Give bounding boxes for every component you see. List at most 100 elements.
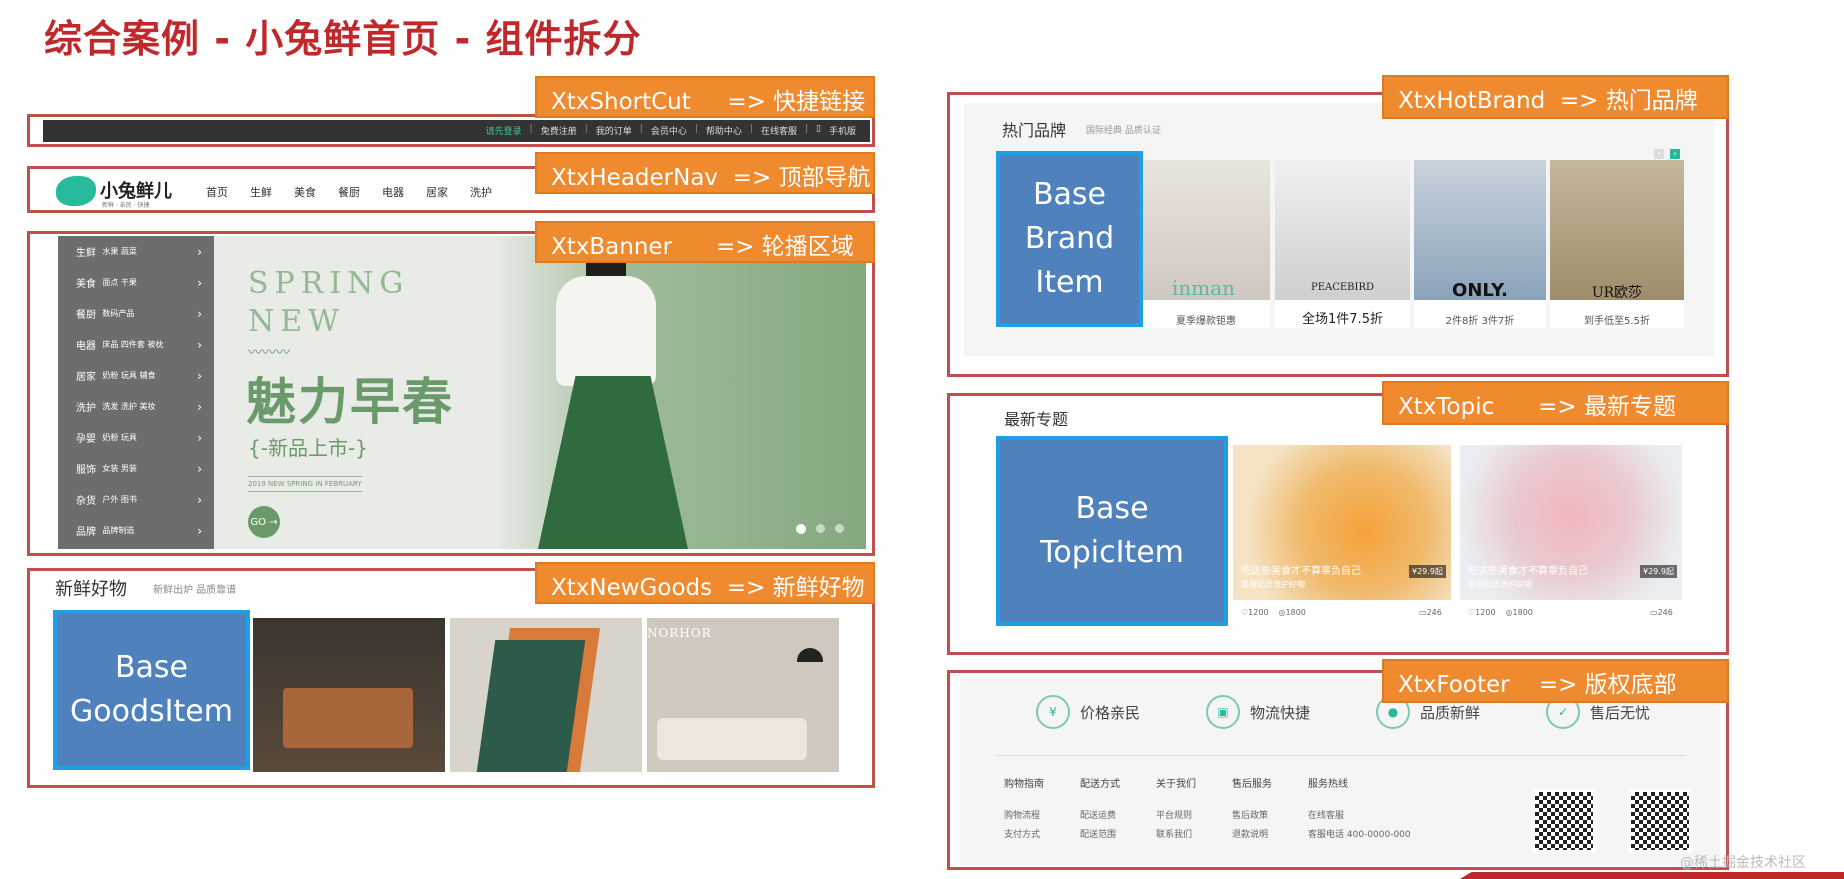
sofa-brand-text: NORHOR [647,626,712,640]
goods-image-wood-box[interactable] [253,618,445,772]
category-item[interactable]: 孕婴 奶粉 玩具 › [58,422,214,453]
footer-divider [996,755,1686,756]
topic-card[interactable]: 吃这些美食才不算辜负自己 餐厨起居洗护好物 ¥29.9起 ♡1200 ◎1800… [1233,445,1451,625]
category-sub: 奶粉 玩具 辅食 [102,371,156,380]
category-name: 餐厨 [76,310,96,321]
brand-caption: 到手低至5.5折 [1584,316,1650,327]
brand-card[interactable]: PEACEBIRD 全场1件7.5折 [1275,160,1410,328]
topic-card[interactable]: 吃这些美食才不算辜负自己 餐厨起居洗护好物 ¥29.9起 ♡1200 ◎1800… [1460,445,1682,625]
category-sub: 品牌制造 [102,526,135,535]
views-count: 1800 [1512,608,1533,617]
brand-card[interactable]: UR欧莎 到手低至5.5折 [1550,160,1684,328]
views-count: 1800 [1285,608,1306,617]
qr-code-image [1628,789,1692,853]
banner-small-line: 2019 NEW SPRING IN FEBRUARY [248,476,362,492]
category-item[interactable]: 餐厨 数码产品 › [58,298,214,329]
category-item[interactable]: 居家 奶粉 玩具 辅食 › [58,360,214,391]
category-item[interactable]: 生鲜 水果 蔬菜 › [58,236,214,267]
watermark: @稀土掘金技术社区 [1680,855,1806,871]
shortcut-orders-link[interactable]: 我的订单 [596,124,632,137]
brand-logo: PEACEBIRD [1310,282,1375,293]
brand-photo [1414,160,1546,300]
next-arrow-icon[interactable]: › [1670,149,1680,159]
tag-topic: XtxTopic => 最新专题 [1382,381,1729,425]
likes-count: 1200 [1475,608,1496,617]
footer-link[interactable]: 配送运费 [1080,808,1120,821]
banner-spring-line1: SPRING [248,266,410,301]
model-skirt [538,376,688,549]
price-tag-icon: ¥ [1036,695,1070,729]
footer-columns: 购物指南 购物流程 支付方式 配送方式 配送运费 配送范围 关于我们 平台规则 联系我们 售… [1004,775,1411,840]
topic-stats: ♡1200 ◎1800 [1241,608,1306,617]
go-button[interactable]: GO → [248,506,280,538]
tag-headernav: XtxHeaderNav => 顶部导航 [535,152,875,194]
footer-link[interactable]: 联系我们 [1156,827,1196,840]
brand-caption: 全场1件7.5折 [1302,312,1383,327]
nav-item-home[interactable]: 首页 [206,184,228,200]
notebook-shape [476,640,586,772]
brand-card[interactable]: inman 夏季爆款钜惠 [1142,160,1270,328]
category-sub: 面点 干果 [102,278,137,287]
carousel-dot[interactable] [796,524,806,534]
chevron-right-icon: › [197,244,202,259]
category-item[interactable]: 洗护 洗发 洗护 美妆 › [58,391,214,422]
footer-link[interactable]: 支付方式 [1004,827,1044,840]
lamp-shape [797,648,823,662]
chevron-right-icon: › [197,306,202,321]
footer-link[interactable]: 客服电话 400-0000-000 [1308,827,1411,840]
footer-link[interactable]: 购物流程 [1004,808,1044,821]
footer-column: 配送方式配送运费配送范围 [1080,775,1120,840]
nav-item-kitchen[interactable]: 餐厨 [338,184,360,200]
brand-card[interactable]: ONLY. 2件8折 3件7折 [1414,160,1546,328]
topic-sub: 餐厨起居洗护好物 [1241,580,1305,589]
tag-shortcut-desc: => 快捷链接 [727,89,866,115]
sofa-shape [657,718,807,760]
category-item[interactable]: 杂货 户外 图书 › [58,484,214,515]
nav-item-food[interactable]: 美食 [294,184,316,200]
footer-column: 售后服务 售后政策 退款说明 [1232,775,1272,840]
category-sub: 女装 男装 [102,464,137,473]
banner-frame: 生鲜 水果 蔬菜 › 美食 面点 干果 › 餐厨 数码产品 › 电器 床品 四件套 被… [27,231,875,556]
carousel-dot[interactable] [835,524,844,533]
nav-item-fresh[interactable]: 生鲜 [250,184,272,200]
category-item[interactable]: 电器 床品 四件套 被枕 › [58,329,214,360]
shortcut-login-link[interactable]: 请先登录 [486,124,522,137]
shortcut-service-link[interactable]: 在线客服 [761,124,797,137]
carousel-dot[interactable] [816,524,825,533]
chevron-right-icon: › [197,461,202,476]
footer-column: 服务热线在线客服客服电话 400-0000-000 [1308,775,1411,840]
category-sidebar: 生鲜 水果 蔬菜 › 美食 面点 干果 › 餐厨 数码产品 › 电器 床品 四件套 被… [58,236,214,549]
goods-image-sofa[interactable]: NORHOR [647,618,839,772]
shortcut-mobile-link[interactable]: 手机版 [829,124,856,137]
footer-column-head: 配送方式 [1080,779,1120,790]
nav-item-care[interactable]: 洗护 [470,184,492,200]
base-goods-item: Base GoodsItem [53,610,250,770]
category-name: 孕婴 [76,434,96,445]
footer-link[interactable]: 配送范围 [1080,827,1120,840]
shortcut-register-link[interactable]: 免费注册 [541,124,577,137]
category-name: 洗护 [76,403,96,414]
logo[interactable]: 小兔鲜儿 新鲜 · 亲民 · 快捷 [56,172,186,210]
prev-arrow-icon[interactable]: ‹ [1654,149,1664,159]
category-item[interactable]: 服饰 女装 男装 › [58,453,214,484]
goods-image-notebooks[interactable] [450,618,642,772]
banner-carousel[interactable]: 生鲜 水果 蔬菜 › 美食 面点 干果 › 餐厨 数码产品 › 电器 床品 四件套 被… [58,236,866,549]
footer-link[interactable]: 在线客服 [1308,808,1411,821]
category-item[interactable]: 美食 面点 干果 › [58,267,214,298]
header-nav-menu: 首页 生鲜 美食 餐厨 电器 居家 洗护 [206,184,492,200]
category-item[interactable]: 品牌 品牌制造 › [58,515,214,546]
tag-shortcut: XtxShortCut => 快捷链接 [535,76,875,118]
banner-subline: {-新品上市-} [248,436,368,460]
footer-link[interactable]: 平台规则 [1156,808,1196,821]
footer-column-head: 服务热线 [1308,779,1348,790]
eye-icon: ◎1800 [1505,608,1533,617]
shortcut-help-link[interactable]: 帮助中心 [706,124,742,137]
shortcut-member-link[interactable]: 会员中心 [651,124,687,137]
footer-link[interactable]: 售后政策 [1232,808,1272,821]
base-topic-item: Base TopicItem [996,436,1228,626]
nav-item-appliance[interactable]: 电器 [382,184,404,200]
nav-item-home-living[interactable]: 居家 [426,184,448,200]
feature-label: 品质新鲜 [1420,703,1481,722]
footer-link[interactable]: 退款说明 [1232,827,1272,840]
comment-count: ▭246 [1650,608,1673,617]
